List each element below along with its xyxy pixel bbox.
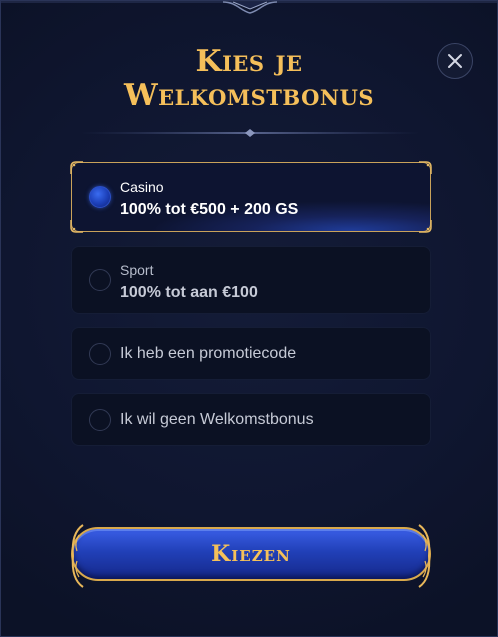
choose-button[interactable]: Kiezen <box>71 524 431 588</box>
title-divider <box>81 129 419 137</box>
dialog-title: Kies je Welkomstbonus <box>1 45 497 113</box>
corner-ornament <box>419 220 432 233</box>
radio-icon[interactable] <box>89 408 111 431</box>
corner-ornament <box>70 220 83 233</box>
option-sport[interactable]: Sport 100% tot aan €100 <box>71 246 431 314</box>
option-casino[interactable]: Casino 100% tot €500 + 200 GS <box>70 161 432 233</box>
radio-icon[interactable] <box>89 186 111 208</box>
top-ornament <box>1 1 497 14</box>
corner-ornament <box>70 161 83 174</box>
option-category: Casino <box>120 179 164 195</box>
option-promo-code[interactable]: Ik heb een promotiecode <box>71 327 431 380</box>
corner-ornament <box>419 161 432 174</box>
title-line-2: Welkomstbonus <box>123 78 375 113</box>
welcome-bonus-dialog: Kies je Welkomstbonus Casino 100% tot €5… <box>0 0 498 637</box>
choose-button-label: Kiezen <box>211 541 291 567</box>
option-category: Sport <box>120 262 154 278</box>
button-ornament <box>418 524 431 588</box>
option-offer: 100% tot €500 + 200 GS <box>120 201 299 218</box>
button-ornament <box>71 524 84 588</box>
radio-icon[interactable] <box>89 342 111 365</box>
close-icon <box>448 54 462 68</box>
close-button[interactable] <box>437 43 473 79</box>
option-offer: 100% tot aan €100 <box>120 284 258 301</box>
radio-icon[interactable] <box>89 269 111 291</box>
option-no-bonus[interactable]: Ik wil geen Welkomstbonus <box>71 393 431 446</box>
title-line-1: Kies je <box>195 44 303 79</box>
option-label: Ik wil geen Welkomstbonus <box>120 410 314 428</box>
option-label: Ik heb een promotiecode <box>120 344 297 362</box>
